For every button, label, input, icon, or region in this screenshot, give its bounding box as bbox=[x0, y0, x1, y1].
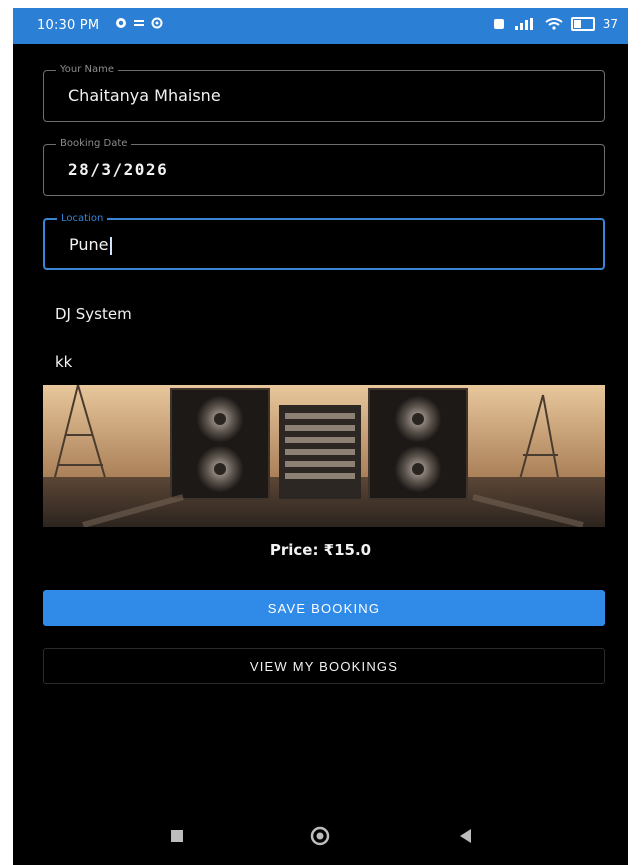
status-notification-icons bbox=[115, 17, 163, 29]
service-title: DJ System bbox=[55, 305, 132, 323]
settings-icon bbox=[151, 17, 163, 29]
signal-icon bbox=[514, 18, 533, 30]
location-field[interactable]: Location Pune bbox=[43, 213, 605, 270]
dj-speaker-image bbox=[43, 385, 605, 527]
status-time: 10:30 PM bbox=[37, 18, 100, 33]
whatsapp-icon bbox=[116, 18, 126, 28]
battery-icon bbox=[570, 17, 595, 31]
wifi-icon bbox=[545, 18, 563, 30]
back-icon[interactable] bbox=[453, 824, 477, 848]
home-icon[interactable] bbox=[308, 824, 332, 848]
service-subtitle: kk bbox=[55, 353, 73, 371]
booking-date-field[interactable]: Booking Date 28/3/2026 bbox=[43, 138, 605, 196]
name-field-label: Your Name bbox=[56, 64, 119, 76]
status-system-icons: 37 bbox=[493, 17, 618, 31]
booking-date-value: 28/3/2026 bbox=[68, 160, 169, 179]
battery-percent: 37 bbox=[602, 17, 618, 31]
app-screen: 10:30 PM 37 Your Name Chaitanya Mhaisne … bbox=[13, 8, 628, 865]
menu-icon bbox=[134, 20, 144, 26]
location-value: Pune bbox=[69, 235, 109, 254]
booking-date-label: Booking Date bbox=[56, 138, 132, 150]
sim-icon bbox=[493, 19, 504, 29]
recent-apps-icon[interactable] bbox=[165, 824, 189, 848]
status-bar: 10:30 PM 37 bbox=[13, 8, 628, 44]
price-label: Price: ₹15.0 bbox=[269, 541, 372, 559]
navigation-bar bbox=[13, 808, 628, 865]
name-field-value: Chaitanya Mhaisne bbox=[68, 86, 221, 105]
text-caret bbox=[109, 236, 112, 255]
save-booking-button[interactable]: SAVE BOOKING bbox=[43, 590, 605, 626]
location-input[interactable]: Pune bbox=[69, 235, 112, 255]
location-label: Location bbox=[57, 213, 108, 225]
dj-system-image bbox=[43, 385, 605, 527]
view-my-bookings-button[interactable]: VIEW MY BOOKINGS bbox=[43, 648, 605, 684]
name-field[interactable]: Your Name Chaitanya Mhaisne bbox=[43, 64, 605, 122]
